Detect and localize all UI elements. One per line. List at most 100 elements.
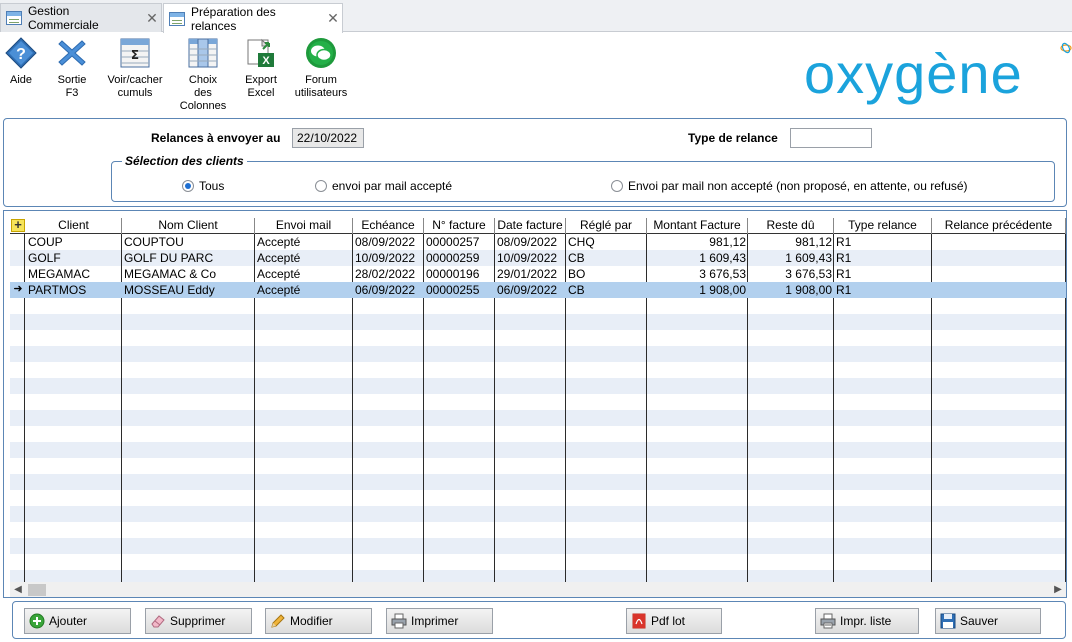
table-cell: 10/09/2022: [355, 251, 416, 265]
relance-type-label: Type de relance: [688, 131, 778, 145]
excel-export-icon: X: [247, 38, 274, 67]
radio-mail-accepted[interactable]: envoi par mail accepté: [315, 179, 452, 193]
horizontal-scrollbar[interactable]: ◀ ▶: [10, 582, 1066, 597]
add-green-icon: [29, 613, 45, 629]
tool-label: Choix des Colonnes: [179, 74, 227, 112]
table-cell: COUP: [28, 235, 63, 249]
column-header[interactable]: Client: [26, 218, 122, 234]
button-label: Imprimer: [411, 614, 459, 628]
table-cell: [932, 250, 1066, 266]
table-row[interactable]: GOLF GOLF DU PARC Accepté 10/09/2022 0000025…: [10, 250, 1066, 266]
table-cell: CHQ: [568, 235, 595, 249]
relances-grid: + Client Nom Client Envoi mail Echéance N° f…: [10, 218, 1066, 582]
tab-bar: Gestion Commerciale ✕ Préparation des re…: [0, 0, 1072, 33]
table-cell: 00000255: [426, 283, 480, 297]
table-cell: Accepté: [257, 267, 301, 281]
window-icon: [6, 11, 22, 25]
close-icon[interactable]: ✕: [324, 10, 342, 27]
tool-label: Aide: [9, 74, 33, 86]
scroll-thumb[interactable]: [28, 584, 46, 596]
exit-button[interactable]: Sortie F3: [42, 37, 102, 100]
toggle-totals-button[interactable]: Σ Voir/cacher cumuls: [105, 37, 165, 100]
print-list-icon: [820, 613, 836, 629]
radio-on-icon: [182, 180, 194, 192]
column-header[interactable]: Relance précédente: [932, 218, 1066, 234]
svg-text:X: X: [262, 55, 270, 67]
relance-type-field[interactable]: [790, 128, 872, 148]
save-disk-icon: [940, 613, 956, 629]
column-header[interactable]: Echéance: [353, 218, 424, 234]
window-icon: [169, 11, 185, 26]
svg-text:Σ: Σ: [131, 48, 139, 62]
table-cell: 00000257: [426, 235, 480, 249]
edit-button[interactable]: Modifier: [265, 608, 372, 634]
tab-preparation-relances[interactable]: Préparation des relances ✕: [163, 3, 343, 33]
svg-text:?: ?: [16, 46, 26, 63]
button-label: Sauver: [960, 614, 999, 628]
pdf-icon: [632, 613, 646, 629]
button-label: Pdf lot: [651, 614, 686, 628]
table-cell: 1 908,00: [785, 283, 832, 297]
add-column-icon[interactable]: +: [11, 218, 25, 232]
button-label: Impr. liste: [840, 614, 892, 628]
delete-button[interactable]: Supprimer: [145, 608, 252, 634]
radio-all[interactable]: Tous: [182, 179, 224, 193]
radio-mail-not-accepted[interactable]: Envoi par mail non accepté (non proposé,…: [611, 179, 968, 193]
row-selector[interactable]: [10, 250, 26, 266]
print-list-button[interactable]: Impr. liste: [815, 608, 919, 634]
column-header[interactable]: N° facture: [424, 218, 495, 234]
client-selection-group: Sélection des clients Tous envoi par mai…: [111, 154, 1055, 202]
close-icon[interactable]: ✕: [143, 10, 161, 27]
scroll-right-icon[interactable]: ▶: [1050, 582, 1066, 597]
save-button[interactable]: Sauver: [935, 608, 1041, 634]
print-button[interactable]: Imprimer: [386, 608, 493, 634]
column-header[interactable]: Réglé par: [566, 218, 647, 234]
radio-label: envoi par mail accepté: [332, 179, 453, 193]
table-cell: Accepté: [257, 251, 301, 265]
current-row-arrow-icon[interactable]: ➜: [10, 282, 26, 298]
table-cell: MEGAMAC & Co: [124, 267, 217, 281]
table-cell: R1: [836, 283, 852, 297]
column-header[interactable]: Montant Facture: [647, 218, 748, 234]
column-header[interactable]: Envoi mail: [255, 218, 353, 234]
date-field[interactable]: 22/10/2022: [292, 128, 364, 148]
table-cell: 00000259: [426, 251, 480, 265]
radio-label: Envoi par mail non accepté (non proposé,…: [628, 179, 968, 193]
column-header[interactable]: Reste dû: [748, 218, 834, 234]
column-header[interactable]: Nom Client: [122, 218, 255, 234]
row-selector[interactable]: [10, 266, 26, 282]
table-row[interactable]: COUP COUPTOU Accepté 08/09/2022 00000257 08/0…: [10, 234, 1066, 250]
table-cell: [932, 266, 1066, 282]
row-selector[interactable]: [10, 234, 26, 250]
exit-x-icon: [58, 40, 86, 66]
table-cell: CB: [568, 283, 585, 297]
scroll-left-icon[interactable]: ◀: [10, 582, 26, 597]
oxygene-logo: oxygène: [800, 40, 1072, 110]
add-button[interactable]: Ajouter: [24, 608, 131, 634]
tab-gestion-commerciale[interactable]: Gestion Commerciale ✕: [0, 3, 162, 32]
table-row[interactable]: MEGAMAC MEGAMAC & Co Accepté 28/02/2022 0000…: [10, 266, 1066, 282]
column-header[interactable]: Type relance: [834, 218, 932, 234]
export-excel-button[interactable]: X Export Excel: [231, 37, 291, 100]
table-cell: 3 676,53: [699, 267, 746, 281]
table-cell: MOSSEAU Eddy: [124, 283, 215, 297]
table-cell: GOLF: [28, 251, 61, 265]
table-cell: 981,12: [795, 235, 832, 249]
group-title: Sélection des clients: [122, 154, 247, 168]
table-cell: Accepté: [257, 283, 301, 297]
table-cell: 3 676,53: [785, 267, 832, 281]
button-label: Supprimer: [170, 614, 226, 628]
table-row[interactable]: ➜ PARTMOS MOSSEAU Eddy Accepté 06/09/2022 000…: [10, 282, 1066, 298]
choose-columns-button[interactable]: Choix des Colonnes: [173, 37, 233, 113]
pdf-batch-button[interactable]: Pdf lot: [626, 608, 722, 634]
table-cell: 10/09/2022: [497, 251, 558, 265]
forum-button[interactable]: Forum utilisateurs: [291, 37, 351, 100]
action-bar: Ajouter Supprimer Modifier Imprimer Pdf …: [12, 601, 1066, 639]
radio-label: Tous: [199, 179, 225, 193]
column-header[interactable]: Date facture: [495, 218, 566, 234]
eraser-icon: [151, 615, 165, 628]
table-cell: R1: [836, 251, 852, 265]
table-cell: R1: [836, 267, 852, 281]
table-cell: 981,12: [709, 235, 746, 249]
tool-label: Sortie F3: [57, 74, 87, 99]
